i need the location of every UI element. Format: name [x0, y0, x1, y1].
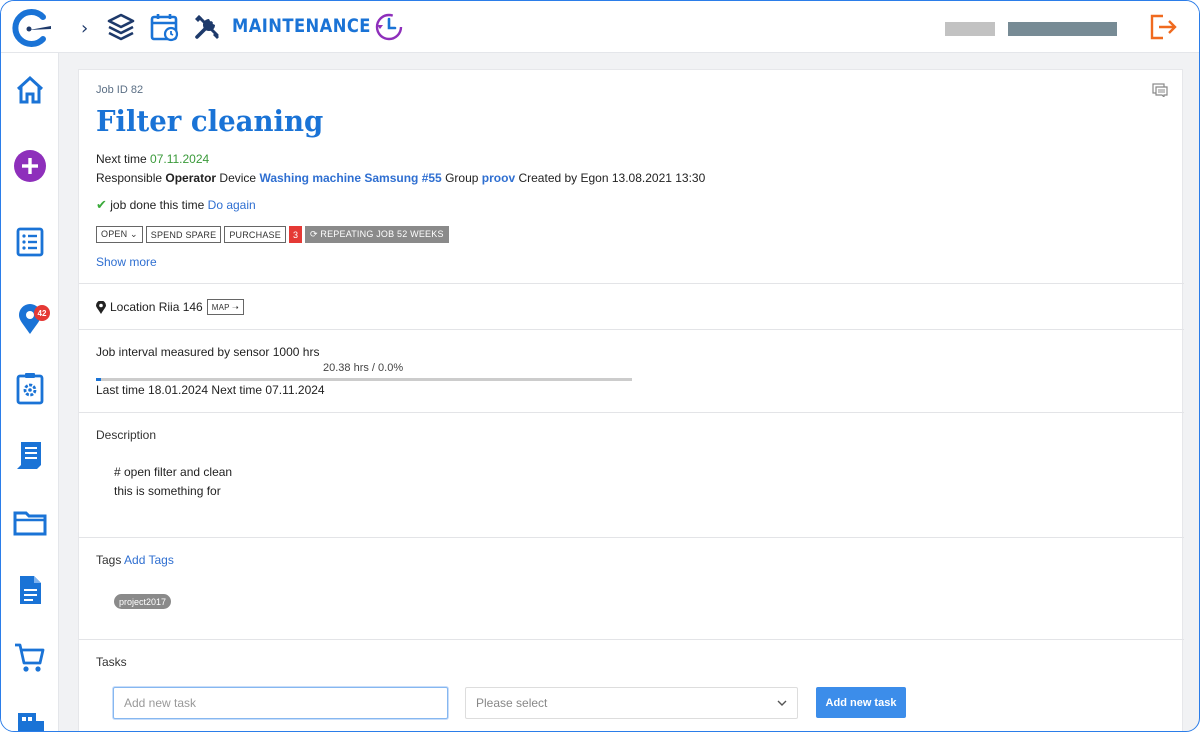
- responsible-label: Responsible: [96, 171, 163, 185]
- add-tags-link[interactable]: Add Tags: [124, 553, 174, 567]
- description-line: # open filter and clean: [114, 465, 233, 479]
- device-link[interactable]: Washing machine Samsung #55: [259, 171, 441, 185]
- next-time-value: 07.11.2024: [150, 152, 210, 166]
- comments-icon[interactable]: [1152, 83, 1168, 97]
- purchase-button[interactable]: PURCHASE: [224, 226, 286, 243]
- receipt-icon[interactable]: [13, 439, 47, 473]
- app-logo[interactable]: [9, 8, 53, 48]
- job-title: Filter cleaning: [96, 104, 324, 138]
- next-time-label: Next time: [96, 152, 147, 166]
- description-line: this is something for: [114, 484, 221, 498]
- responsible-value: Operator: [165, 171, 217, 185]
- job-card: Job ID 82 Filter cleaning Next time 07.1…: [78, 69, 1184, 731]
- purchase-count-badge: 3: [288, 226, 302, 243]
- document-icon[interactable]: [13, 573, 47, 607]
- building-icon[interactable]: [13, 707, 47, 732]
- interval-label: Job interval measured by sensor 1000 hrs: [96, 345, 320, 359]
- app-window: › MAINTENANCE 42 Job ID 82 Filter cleani…: [0, 0, 1200, 732]
- tools-icon[interactable]: [191, 11, 223, 43]
- map-notification-badge[interactable]: 42: [34, 305, 50, 321]
- location-section: Location Riia 146 MAP ➝: [79, 284, 1184, 330]
- description-label: Description: [96, 428, 157, 442]
- history-clock-icon[interactable]: [373, 11, 405, 43]
- group-label: Group: [445, 171, 479, 185]
- location-text: Location Riia 146: [110, 300, 203, 314]
- progress-fill: [96, 378, 102, 381]
- created-by-text: Created by Egon 13.08.2021 13:30: [518, 171, 706, 185]
- list-icon[interactable]: [13, 225, 47, 259]
- status-pills: OPEN ⌄ SPEND SPARE PURCHASE 3 ⟳ REPEATIN…: [96, 226, 449, 243]
- map-button[interactable]: MAP ➝: [206, 299, 244, 315]
- add-circle-icon[interactable]: [13, 149, 47, 183]
- show-more-link[interactable]: Show more: [96, 255, 157, 269]
- user-name-placeholder[interactable]: [945, 22, 995, 36]
- task-type-placeholder: Please select: [476, 696, 548, 710]
- device-label: Device: [219, 171, 257, 185]
- description-body: # open filter and clean this is somethin…: [114, 463, 232, 501]
- add-task-button[interactable]: Add new task: [816, 687, 906, 718]
- interval-progress-bar: [96, 378, 632, 381]
- clipboard-gear-icon[interactable]: [13, 371, 47, 405]
- progress-label: 20.38 hrs / 0.0%: [323, 362, 404, 374]
- task-type-select[interactable]: Please select: [465, 687, 798, 719]
- tasks-label: Tasks: [96, 655, 127, 669]
- module-title[interactable]: MAINTENANCE: [232, 15, 371, 37]
- job-meta-line: Responsible Operator Device Washing mach…: [96, 171, 705, 185]
- home-icon[interactable]: [13, 73, 47, 107]
- new-task-input[interactable]: [113, 687, 448, 719]
- sidebar: 42: [1, 53, 59, 732]
- calendar-clock-icon[interactable]: [149, 11, 181, 43]
- do-again-link[interactable]: Do again: [208, 198, 256, 212]
- tags-section: Tags Add Tags: [79, 538, 1184, 640]
- tag-chip[interactable]: project2017: [114, 594, 172, 609]
- job-done-line: ✔ job done this time Do again: [96, 198, 256, 213]
- tags-label: Tags: [96, 553, 122, 567]
- group-link[interactable]: proov: [482, 171, 515, 185]
- chevron-down-icon: [777, 700, 787, 706]
- layers-icon[interactable]: [105, 11, 137, 43]
- repeating-job-badge: ⟳ REPEATING JOB 52 WEEKS: [304, 226, 449, 243]
- next-time-line: Next time 07.11.2024: [96, 152, 209, 166]
- company-name-placeholder[interactable]: [1008, 22, 1117, 36]
- description-section: Description: [79, 413, 1184, 538]
- job-id: Job ID 82: [96, 84, 144, 96]
- job-done-text: job done this time: [110, 198, 205, 212]
- check-icon: ✔: [96, 198, 107, 213]
- breadcrumb-chevron-icon: ›: [81, 18, 89, 39]
- last-next-time: Last time 18.01.2024 Next time 07.11.202…: [96, 383, 325, 397]
- location-line: Location Riia 146 MAP ➝: [96, 299, 244, 315]
- folder-icon[interactable]: [13, 505, 47, 539]
- status-open-dropdown[interactable]: OPEN ⌄: [96, 226, 143, 243]
- top-bar: › MAINTENANCE: [1, 1, 1199, 53]
- cart-icon[interactable]: [13, 641, 47, 675]
- tags-line: Tags Add Tags: [96, 553, 174, 567]
- interval-section: Job interval measured by sensor 1000 hrs…: [79, 330, 1184, 413]
- job-header-section: Job ID 82 Filter cleaning Next time 07.1…: [79, 70, 1184, 284]
- location-pin-icon: [96, 300, 106, 314]
- spend-spare-button[interactable]: SPEND SPARE: [145, 226, 222, 243]
- logout-icon[interactable]: [1147, 11, 1179, 43]
